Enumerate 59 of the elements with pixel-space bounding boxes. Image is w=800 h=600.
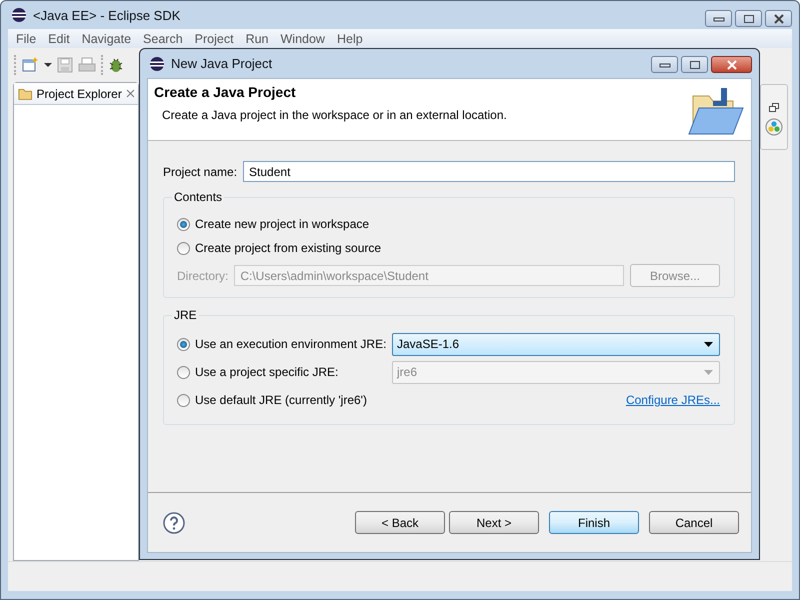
- dropdown-value: JavaSE-1.6: [397, 337, 460, 351]
- menu-item[interactable]: Window: [274, 32, 331, 46]
- radio-button[interactable]: [177, 242, 190, 254]
- perspective-icon[interactable]: [765, 118, 783, 136]
- dialog-button[interactable]: < Back: [355, 511, 445, 534]
- maximize-button[interactable]: [735, 10, 762, 27]
- radio-label[interactable]: Use an execution environment JRE:: [195, 337, 386, 351]
- menu-item[interactable]: Run: [240, 32, 274, 46]
- dialog-title: New Java Project: [171, 56, 272, 71]
- view-tab[interactable]: Project Explorer: [14, 83, 138, 105]
- window-title: <Java EE> - Eclipse SDK: [33, 8, 180, 22]
- radio-label[interactable]: Create new project in workspace: [195, 217, 370, 231]
- radio-button[interactable]: [177, 394, 190, 406]
- menu-item[interactable]: Navigate: [76, 32, 138, 46]
- new-icon[interactable]: [21, 56, 39, 74]
- jre-dropdown[interactable]: JavaSE-1.6: [392, 332, 720, 356]
- dialog-description: Create a Java project in the workspace or in an external location.: [161, 108, 507, 122]
- menu-item[interactable]: Help: [330, 32, 369, 46]
- field-label: Directory:: [177, 268, 228, 282]
- radio-label[interactable]: Create project from existing source: [195, 241, 382, 255]
- close-icon: [726, 60, 738, 70]
- menu-item[interactable]: File: [10, 32, 42, 46]
- field-label: Project name:: [163, 164, 238, 178]
- radio-label[interactable]: Use default JRE (currently 'jre6'): [195, 393, 367, 407]
- radio-button[interactable]: [177, 338, 190, 350]
- minimize-button[interactable]: [705, 10, 732, 27]
- dialog-heading: Create a Java Project: [154, 84, 297, 100]
- group-title: Contents: [173, 190, 224, 204]
- configure-link[interactable]: Configure JREs...: [626, 393, 720, 407]
- radio-button[interactable]: [177, 218, 190, 230]
- close-icon[interactable]: [126, 89, 134, 98]
- bug-icon[interactable]: [108, 57, 124, 73]
- folder-icon: [18, 86, 32, 100]
- close-button[interactable]: [765, 10, 792, 27]
- dialog-button[interactable]: Finish: [549, 511, 639, 534]
- minimize-icon: [712, 16, 724, 22]
- menu-item[interactable]: Project: [188, 32, 240, 46]
- dialog-button[interactable]: Cancel: [649, 511, 739, 534]
- minimize-icon: [658, 62, 670, 68]
- close-icon: [772, 14, 784, 24]
- maximize-icon: [742, 14, 754, 24]
- dropdown-arrow-icon: [704, 342, 713, 346]
- menu-item[interactable]: Search: [137, 32, 189, 46]
- menu-item[interactable]: Edit: [42, 32, 76, 46]
- maximize-button[interactable]: [681, 56, 708, 73]
- project-name-field[interactable]: Student: [243, 161, 735, 182]
- dropdown-value: jre6: [397, 365, 418, 379]
- minimize-button[interactable]: [651, 56, 678, 73]
- close-button[interactable]: [711, 56, 752, 73]
- dropdown-arrow-icon: [704, 370, 713, 374]
- group-title: JRE: [173, 308, 198, 322]
- dialog-button[interactable]: Next >: [449, 511, 539, 534]
- eclipse-icon: [11, 7, 27, 23]
- restore-icon[interactable]: [769, 103, 779, 112]
- view-title: Project Explorer: [36, 86, 122, 100]
- eclipse-icon: [149, 56, 165, 72]
- help-icon[interactable]: [163, 512, 185, 534]
- maximize-icon: [688, 60, 700, 70]
- dropdown-arrow-icon[interactable]: [44, 62, 52, 68]
